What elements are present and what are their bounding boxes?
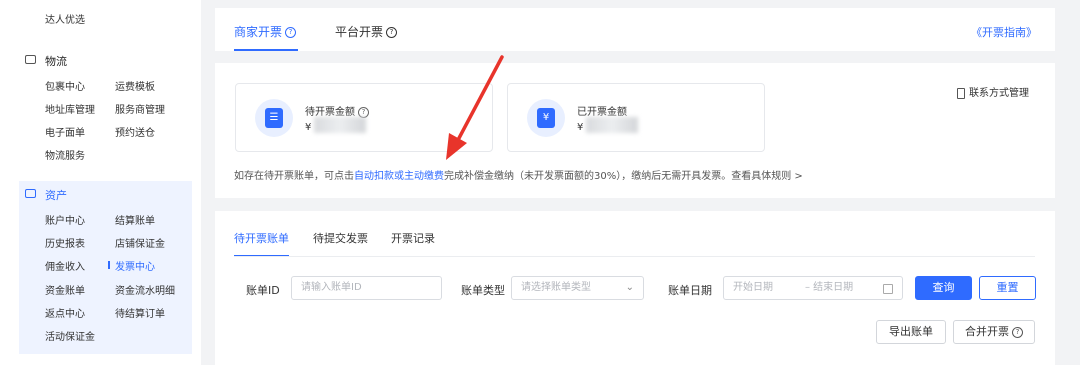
arrow-head <box>446 133 467 160</box>
arrow-shaft <box>456 55 504 142</box>
annotation-arrow <box>446 55 504 160</box>
